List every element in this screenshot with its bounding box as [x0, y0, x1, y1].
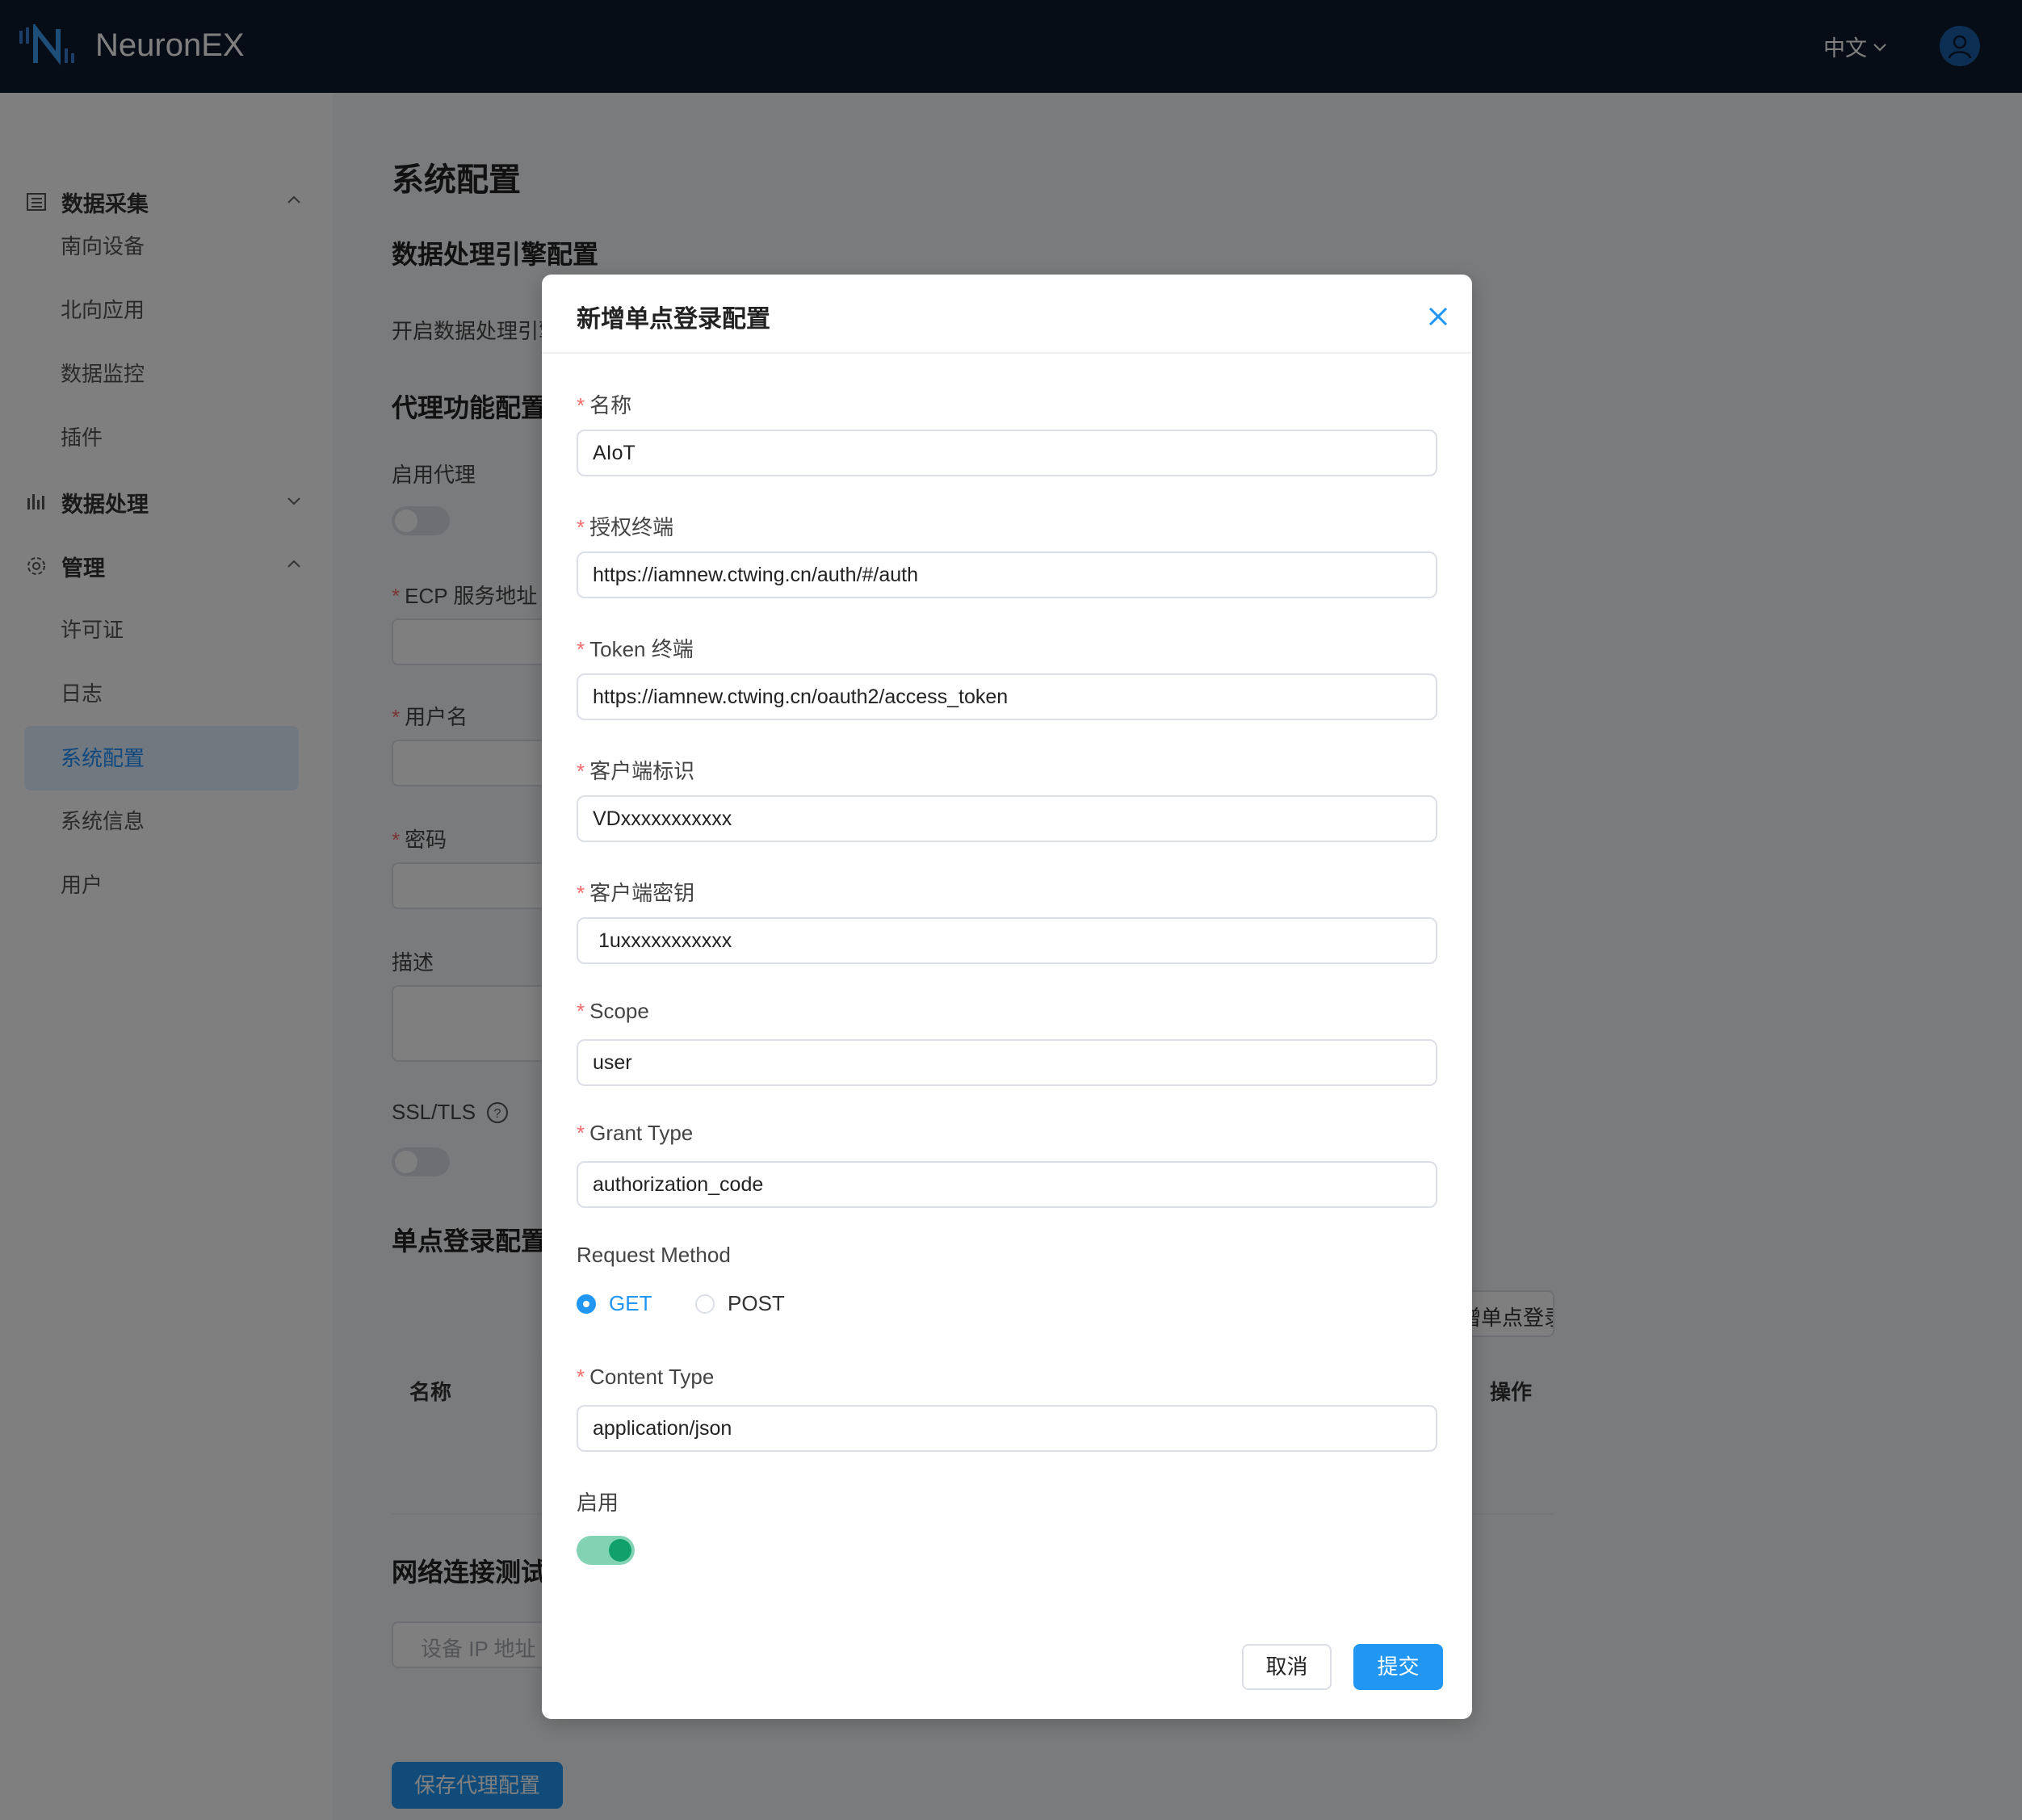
client-secret-label: * 客户端密钥 — [577, 881, 695, 905]
request-method-post-radio[interactable]: POST — [695, 1291, 785, 1316]
content-type-input[interactable] — [577, 1405, 1437, 1452]
client-id-input[interactable] — [577, 795, 1437, 842]
request-method-label: Request Method — [577, 1243, 731, 1267]
token-endpoint-input[interactable] — [577, 673, 1437, 720]
content-type-label: * Content Type — [577, 1365, 715, 1389]
dialog-header-divider — [542, 352, 1472, 354]
sso-config-dialog: 新增单点登录配置 *名称 *授权终端 *Token 终端 *客户端标识 *客户端… — [542, 275, 1472, 1719]
name-input[interactable] — [577, 430, 1437, 476]
grant-type-input[interactable] — [577, 1161, 1437, 1208]
dialog-title: 新增单点登录配置 — [577, 306, 770, 333]
token-endpoint-label: * Token 终端 — [577, 637, 694, 661]
radio-dot — [577, 1294, 596, 1314]
request-method-get-radio[interactable]: GET — [577, 1291, 652, 1316]
radio-label: GET — [609, 1291, 652, 1315]
enable-toggle[interactable] — [577, 1536, 635, 1565]
client-secret-input[interactable] — [577, 917, 1437, 964]
radio-dot — [695, 1294, 715, 1314]
grant-type-label: * Grant Type — [577, 1121, 694, 1145]
cancel-button[interactable]: 取消 — [1242, 1644, 1332, 1690]
auth-endpoint-label: * 授权终端 — [577, 515, 674, 539]
scope-label: * Scope — [577, 999, 649, 1023]
auth-endpoint-input[interactable] — [577, 551, 1437, 598]
scope-input[interactable] — [577, 1039, 1437, 1086]
client-id-label: * 客户端标识 — [577, 759, 695, 783]
close-icon[interactable] — [1422, 300, 1454, 333]
radio-label: POST — [728, 1291, 785, 1315]
name-label: * 名称 — [577, 393, 632, 417]
submit-button[interactable]: 提交 — [1353, 1644, 1443, 1690]
enable-label: 启用 — [577, 1491, 619, 1515]
